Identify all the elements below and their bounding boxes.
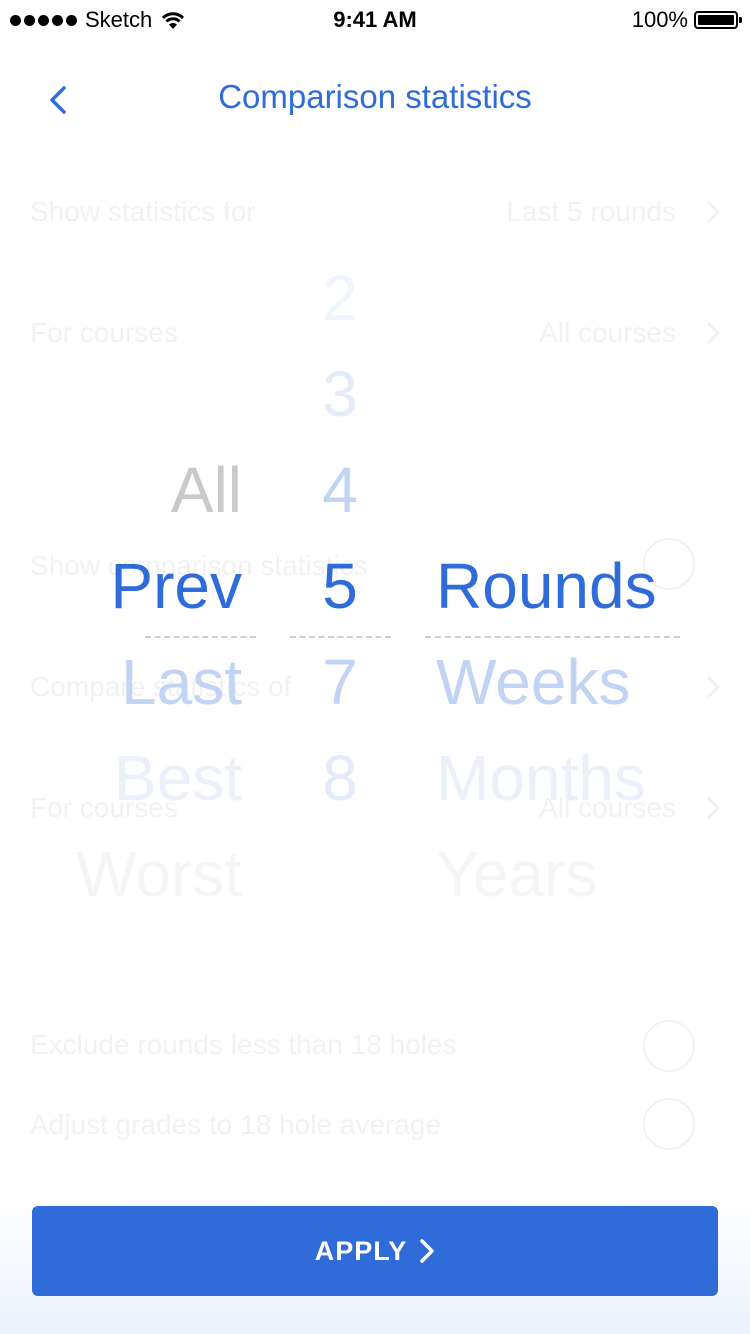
picker-option[interactable]: 4 (290, 442, 390, 538)
picker-option[interactable]: Months (436, 730, 646, 826)
picker-option-selected[interactable]: 5 (290, 538, 390, 634)
picker-option[interactable]: 8 (290, 730, 390, 826)
setting-row: Adjust grades to 18 hole average (30, 1105, 720, 1145)
picker-option-selected[interactable]: Rounds (436, 538, 657, 634)
setting-label: Exclude rounds less than 18 holes (30, 1029, 457, 1060)
setting-row: Exclude rounds less than 18 holes (30, 1025, 720, 1065)
picker-option[interactable]: 7 (290, 634, 390, 730)
picker-option[interactable]: Weeks (436, 634, 630, 730)
picker-option[interactable]: Worst (76, 826, 242, 922)
selection-indicator (290, 636, 391, 638)
setting-label: Adjust grades to 18 hole average (30, 1109, 441, 1140)
toggle-icon (643, 1020, 695, 1072)
picker-option-selected[interactable]: Prev (110, 538, 242, 634)
selection-indicator (425, 636, 680, 638)
toggle-icon (643, 1098, 695, 1150)
picker-option[interactable]: Last (121, 634, 242, 730)
picker-option[interactable]: 2 (290, 250, 390, 346)
picker-column-number[interactable]: 2 3 4 5 7 8 (290, 0, 390, 1000)
picker-option[interactable]: Years (436, 826, 597, 922)
picker-option[interactable]: All (171, 442, 242, 538)
apply-button[interactable]: APPLY (32, 1206, 718, 1296)
picker-column-qualifier[interactable]: All Prev Last Best Worst (0, 0, 242, 1000)
apply-label: APPLY (314, 1235, 408, 1266)
picker-column-unit[interactable]: Rounds Weeks Months Years (436, 0, 716, 1000)
picker-option[interactable]: 3 (290, 346, 390, 442)
picker-option[interactable]: Best (114, 730, 242, 826)
chevron-right-icon (420, 1239, 435, 1263)
selection-indicator (145, 636, 256, 638)
